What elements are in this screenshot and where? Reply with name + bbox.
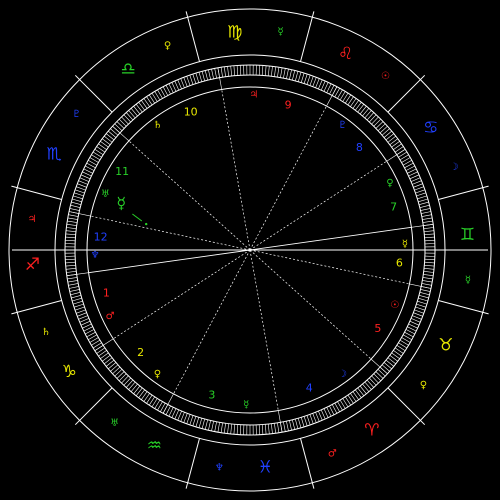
sign-ruler-libra-icon: ♀ — [164, 41, 171, 52]
house-10-number: 10 — [184, 106, 198, 119]
sign-ruler-capricorn-icon: ♄ — [42, 327, 51, 338]
sign-ruler-pisces-icon: ♆ — [215, 462, 224, 473]
zodiac-sign-leo-icon: ♌ — [338, 44, 353, 64]
house-2-ruler-icon: ♀ — [154, 369, 161, 380]
zodiac-sign-scorpio-icon: ♏ — [46, 144, 61, 164]
house-5-ruler-icon: ☉ — [390, 300, 399, 311]
zodiac-sign-taurus-icon: ♉ — [438, 336, 453, 356]
house-6-ruler-icon: ☿ — [402, 239, 408, 250]
astrology-chart-wheel: ♍ ☿ ♎ ♀ ♏ ♇ ♐ ♃ ♑ ♄ ♒ ♅ ♓ ♆ ♈ ♂ ♉ ♀ ♊ ☿ ♋ ☽ ♌ ☉ 1 ♂ 2 ♀ 3 ☿ 4 ☽ 5 ☉ 6 ☿ 7 ♀ 8 ♇… — [0, 0, 500, 500]
house-2-number: 2 — [137, 346, 144, 359]
zodiac-sign-gemini-icon: ♊ — [460, 225, 475, 245]
sign-ruler-aries-icon: ♂ — [328, 449, 337, 460]
sign-ruler-virgo-icon: ☿ — [278, 27, 284, 38]
zodiac-sign-pisces-icon: ♓ — [258, 458, 273, 478]
mercury-position-dot — [145, 222, 148, 226]
house-1-number: 1 — [103, 287, 110, 300]
zodiac-sign-virgo-icon: ♍ — [227, 23, 242, 43]
house-5-number: 5 — [374, 322, 381, 335]
house-6-number: 6 — [396, 257, 403, 270]
house-10-ruler-icon: ♄ — [153, 120, 162, 131]
house-8-ruler-icon: ♇ — [338, 120, 347, 131]
zodiac-sign-aries-icon: ♈ — [364, 421, 379, 441]
house-4-ruler-icon: ☽ — [338, 369, 347, 380]
sign-ruler-sagittarius-icon: ♃ — [28, 214, 37, 225]
sign-ruler-scorpio-icon: ♇ — [72, 109, 81, 120]
sign-ruler-aquarius-icon: ♅ — [110, 418, 119, 429]
zodiac-sign-cancer-icon: ♋ — [423, 118, 438, 138]
house-9-ruler-icon: ♃ — [249, 90, 258, 101]
house-7-ruler-icon: ♀ — [386, 178, 393, 189]
zodiac-sign-sagittarius-icon: ♐ — [25, 255, 40, 275]
house-12-number: 12 — [94, 230, 108, 243]
house-4-number: 4 — [306, 381, 313, 394]
sign-ruler-taurus-icon: ♀ — [420, 380, 427, 391]
house-9-number: 9 — [285, 98, 292, 111]
house-11-number: 11 — [115, 165, 129, 178]
house-7-number: 7 — [390, 200, 397, 213]
zodiac-sign-libra-icon: ♎ — [120, 59, 135, 79]
zodiac-sign-aquarius-icon: ♒ — [147, 436, 162, 456]
planet-mercury-icon: ☿ — [116, 194, 126, 213]
house-3-number: 3 — [208, 389, 215, 402]
house-3-ruler-icon: ☿ — [243, 400, 249, 411]
house-1-ruler-icon: ♂ — [106, 311, 115, 322]
chart-wheel-svg: ♍ ☿ ♎ ♀ ♏ ♇ ♐ ♃ ♑ ♄ ♒ ♅ ♓ ♆ ♈ ♂ ♉ ♀ ♊ ☿ ♋ ☽ ♌ ☉ 1 ♂ 2 ♀ 3 ☿ 4 ☽ 5 ☉ 6 ☿ 7 ♀ 8 ♇… — [0, 0, 500, 500]
house-12-ruler-icon: ♆ — [91, 250, 100, 261]
house-8-number: 8 — [356, 141, 363, 154]
sign-ruler-cancer-icon: ☽ — [450, 162, 459, 173]
sign-ruler-gemini-icon: ☿ — [465, 275, 471, 286]
house-11-ruler-icon: ♅ — [101, 189, 110, 200]
sign-ruler-leo-icon: ☉ — [381, 71, 390, 82]
zodiac-sign-capricorn-icon: ♑ — [62, 362, 77, 382]
